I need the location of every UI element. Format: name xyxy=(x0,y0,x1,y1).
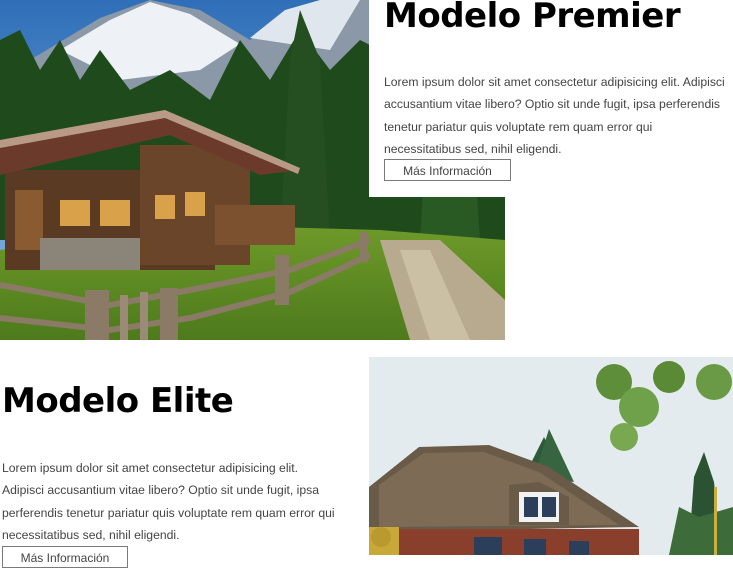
elite-description: Lorem ipsum dolor sit amet consectetur a… xyxy=(2,461,335,542)
thatched-house-photo xyxy=(369,357,733,555)
premier-card: Modelo Premier Lorem ipsum dolor sit ame… xyxy=(369,0,733,197)
elite-more-info-button[interactable]: Más Información xyxy=(2,546,128,568)
elite-title: Modelo Elite xyxy=(2,381,234,421)
premier-description: Lorem ipsum dolor sit amet consectetur a… xyxy=(384,75,725,156)
premier-title: Modelo Premier xyxy=(384,0,681,36)
elite-card: Modelo Elite Lorem ipsum dolor sit amet … xyxy=(0,357,369,568)
premier-more-info-button[interactable]: Más Información xyxy=(384,159,511,181)
